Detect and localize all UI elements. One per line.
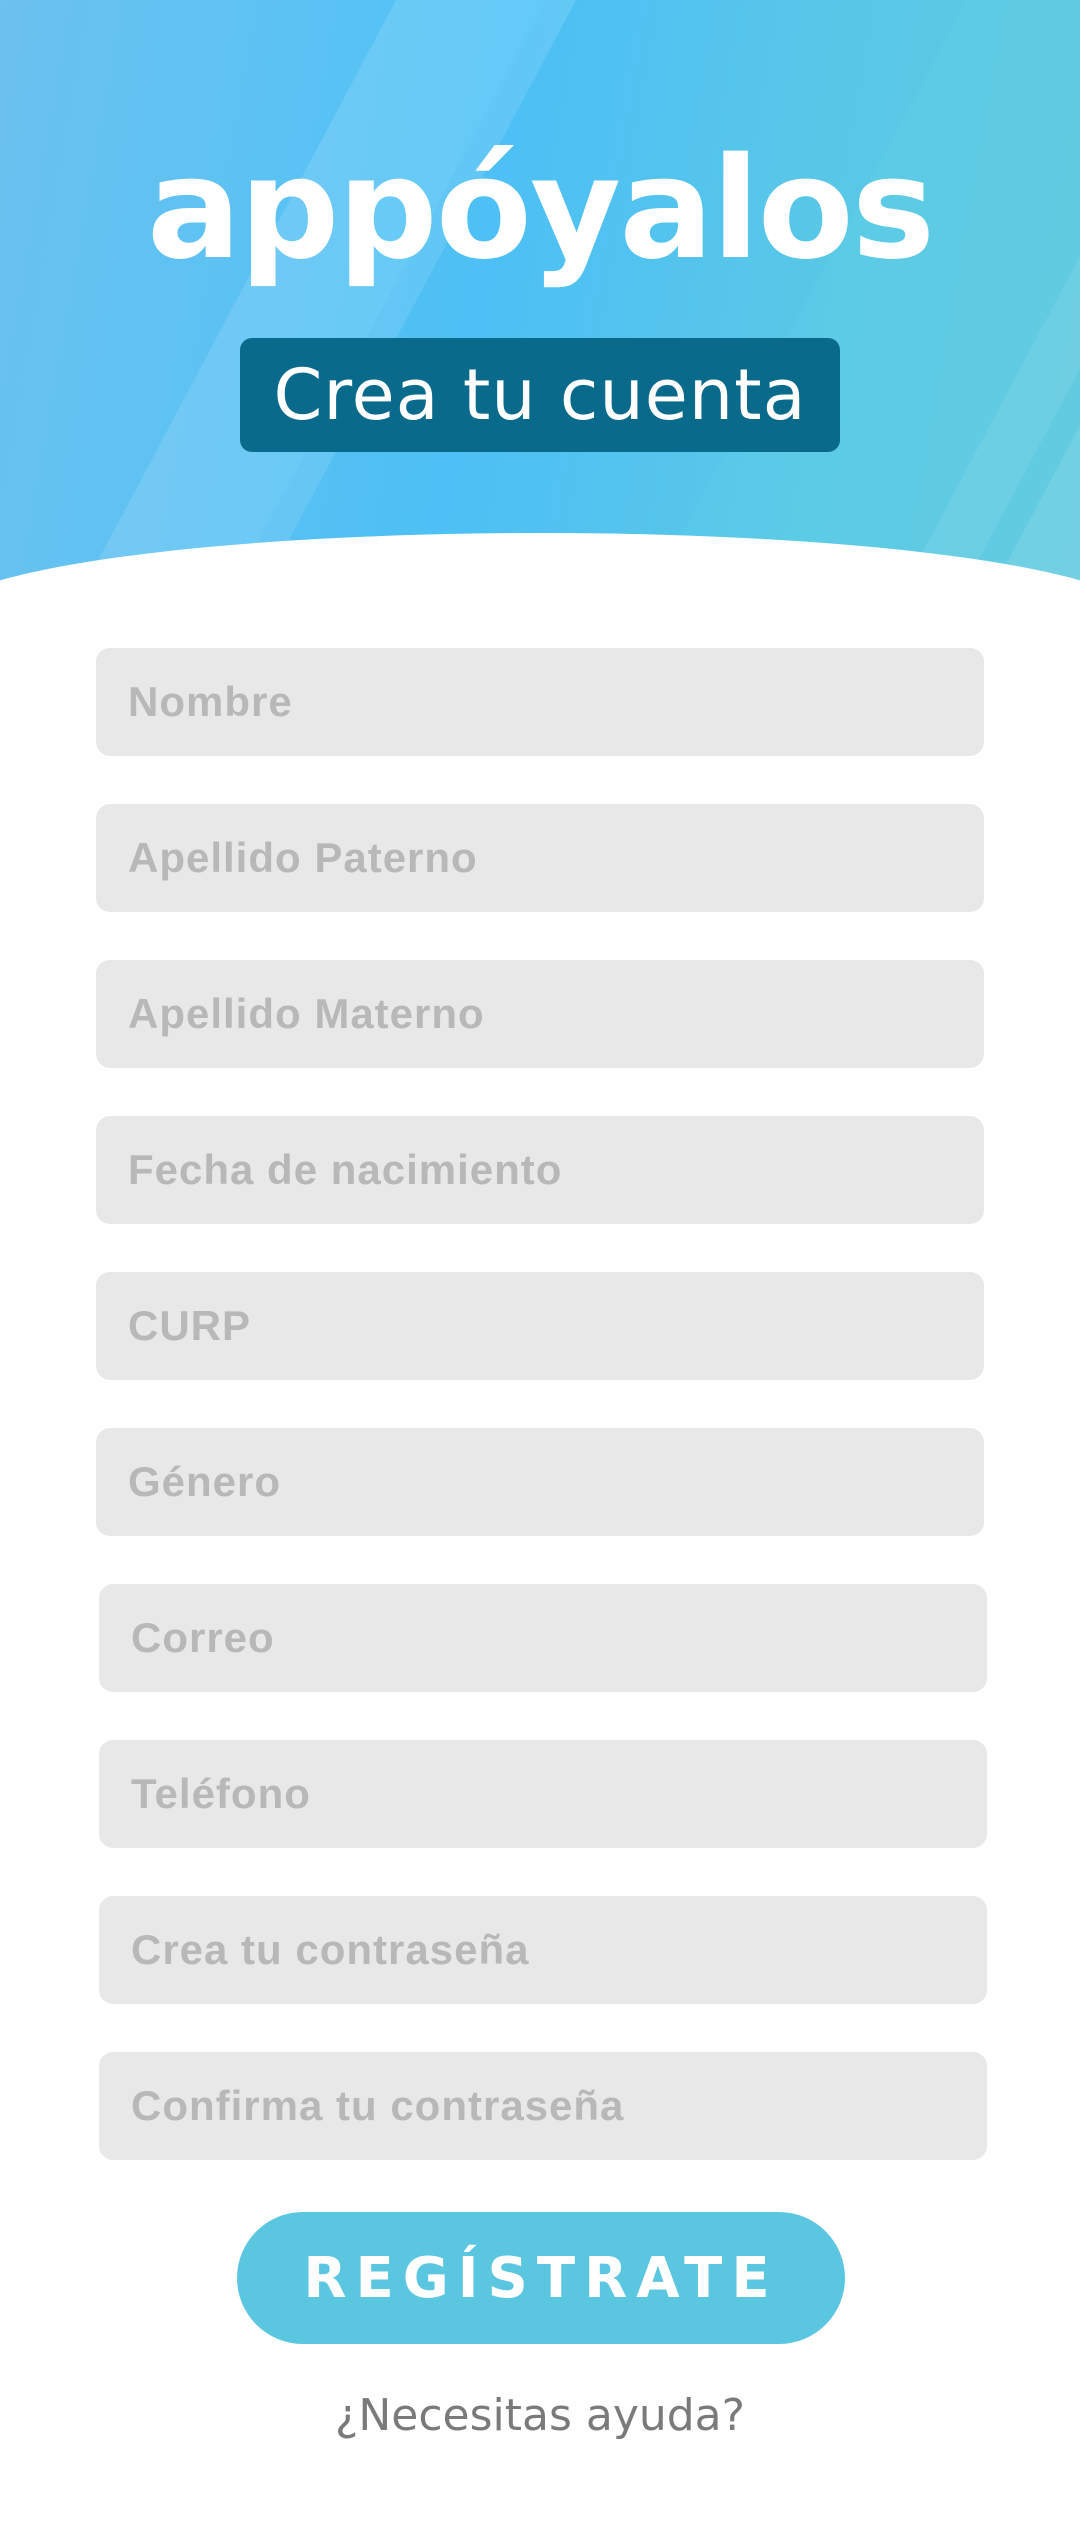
fecha-nacimiento-input[interactable] [126,1145,954,1195]
confirm-password-input[interactable] [129,2081,957,2131]
registration-screen: appóyalos Crea tu cuenta Nombre Apellido… [0,0,1080,2532]
genero-input[interactable] [126,1457,954,1507]
correo-field[interactable] [99,1584,987,1692]
password-input[interactable] [129,1925,957,1975]
correo-input[interactable] [129,1613,957,1663]
curp-field[interactable] [96,1272,984,1380]
apellido-paterno-input[interactable] [126,833,954,883]
confirm-password-field[interactable] [99,2052,987,2160]
register-button[interactable]: REGÍSTRATE [237,2212,845,2344]
curp-input[interactable] [126,1301,954,1351]
registration-form: REGÍSTRATE ¿Necesitas ayuda? [0,0,1080,2532]
nombre-field[interactable] [96,648,984,756]
telefono-input[interactable] [129,1769,957,1819]
nombre-input[interactable] [126,677,954,727]
apellido-paterno-field[interactable] [96,804,984,912]
password-field[interactable] [99,1896,987,2004]
telefono-field[interactable] [99,1740,987,1848]
genero-field[interactable] [96,1428,984,1536]
apellido-materno-input[interactable] [126,989,954,1039]
help-link[interactable]: ¿Necesitas ayuda? [0,2390,1080,2441]
apellido-materno-field[interactable] [96,960,984,1068]
fecha-nacimiento-field[interactable] [96,1116,984,1224]
